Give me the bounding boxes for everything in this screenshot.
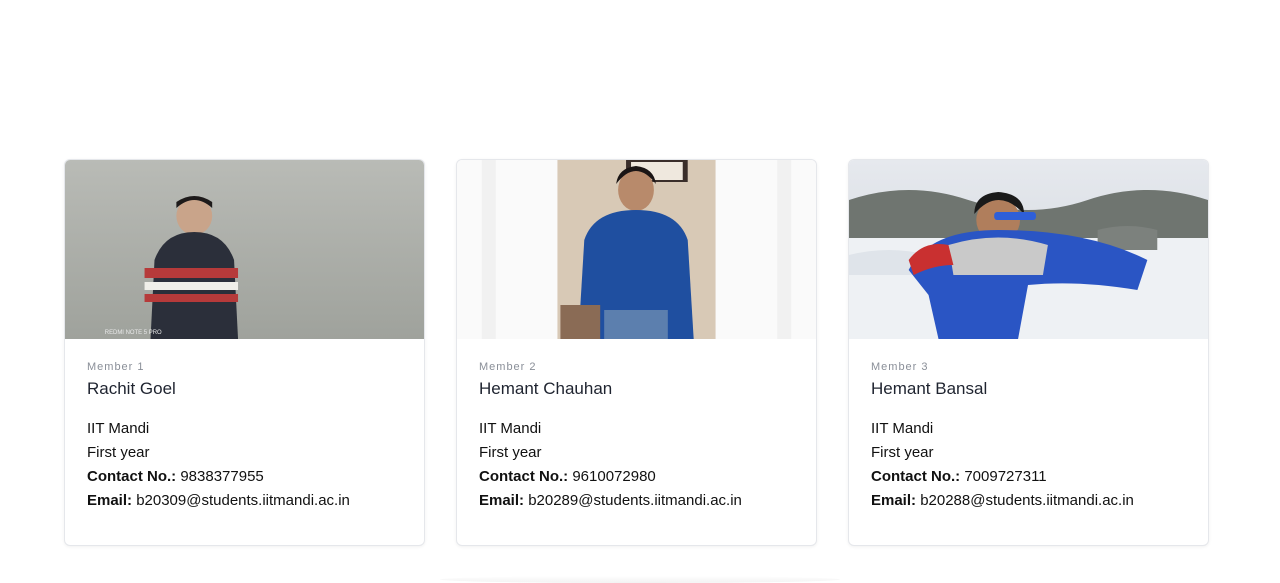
member-year: First year [479, 444, 542, 461]
photo-watermark: REDMI NOTE 5 PRO [105, 330, 162, 336]
member-photo-2 [457, 160, 816, 339]
member-photo-1: REDMI NOTE 5 PRO [65, 160, 424, 339]
footer-shadow [440, 576, 840, 583]
member-email: Email: b20309@students.iitmandi.ac.in [87, 489, 402, 513]
team-page: REDMI NOTE 5 PRO Member 1 Rachit Goel II… [0, 0, 1280, 583]
contact-label: Contact No.: [871, 468, 961, 485]
member-cards: REDMI NOTE 5 PRO Member 1 Rachit Goel II… [64, 159, 1209, 546]
member-contact: Contact No.: 9610072980 [479, 465, 794, 489]
member-name: Hemant Chauhan [479, 379, 613, 398]
member-tag: Member 2 [479, 361, 537, 373]
member-email: Email: b20288@students.iitmandi.ac.in [871, 489, 1186, 513]
member-info-3: Member 3 Hemant Bansal IIT Mandi First y… [849, 339, 1208, 513]
member-card-3: Member 3 Hemant Bansal IIT Mandi First y… [848, 159, 1209, 546]
member-institute: IIT Mandi [87, 420, 150, 437]
member-email: Email: b20289@students.iitmandi.ac.in [479, 489, 794, 513]
email-value: b20289@students.iitmandi.ac.in [528, 492, 742, 509]
member-institute: IIT Mandi [479, 420, 542, 437]
email-label: Email: [871, 492, 917, 509]
email-value: b20309@students.iitmandi.ac.in [136, 492, 350, 509]
member-card-1: REDMI NOTE 5 PRO Member 1 Rachit Goel II… [64, 159, 425, 546]
contact-label: Contact No.: [87, 468, 177, 485]
member-info-2: Member 2 Hemant Chauhan IIT Mandi First … [457, 339, 816, 513]
member-tag: Member 3 [871, 361, 929, 373]
contact-label: Contact No.: [479, 468, 569, 485]
contact-value: 7009727311 [964, 468, 1047, 485]
member-name: Hemant Bansal [871, 379, 988, 398]
member-tag: Member 1 [87, 361, 145, 373]
member-year: First year [871, 444, 934, 461]
member-institute: IIT Mandi [871, 420, 934, 437]
contact-value: 9610072980 [572, 468, 656, 485]
email-label: Email: [87, 492, 133, 509]
member-photo-3 [849, 160, 1208, 339]
email-value: b20288@students.iitmandi.ac.in [920, 492, 1134, 509]
member-contact: Contact No.: 7009727311 [871, 465, 1186, 489]
member-card-2: Member 2 Hemant Chauhan IIT Mandi First … [456, 159, 817, 546]
member-year: First year [87, 444, 150, 461]
member-info-1: Member 1 Rachit Goel IIT Mandi First yea… [65, 339, 424, 513]
contact-value: 9838377955 [180, 468, 264, 485]
member-contact: Contact No.: 9838377955 [87, 465, 402, 489]
email-label: Email: [479, 492, 525, 509]
member-name: Rachit Goel [87, 379, 176, 398]
